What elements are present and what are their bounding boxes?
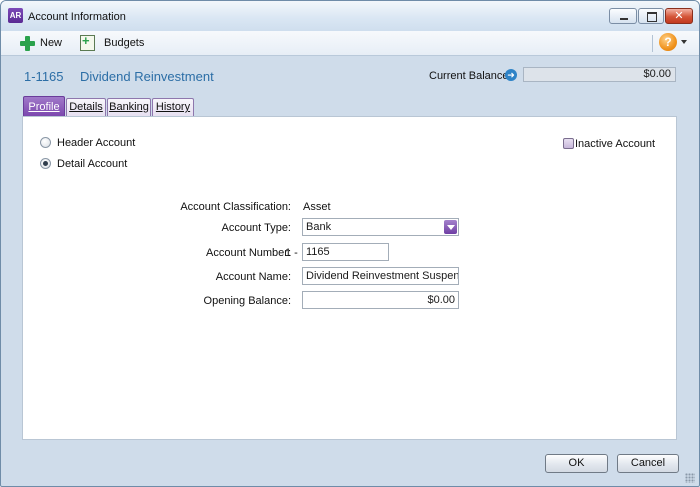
help-dropdown-caret-icon[interactable] bbox=[681, 40, 687, 44]
detail-account-radio[interactable] bbox=[40, 158, 51, 169]
minimize-button[interactable] bbox=[609, 8, 637, 24]
account-title: Dividend Reinvestment bbox=[80, 69, 214, 84]
opening-balance-field[interactable]: $0.00 bbox=[302, 291, 459, 309]
header-account-label: Header Account bbox=[57, 137, 136, 149]
account-number-field[interactable]: 1165 bbox=[302, 243, 389, 261]
profile-panel: Header Account Detail Account Inactive A… bbox=[22, 116, 677, 440]
account-type-value: Bank bbox=[306, 221, 332, 233]
budgets-button-label: Budgets bbox=[104, 37, 145, 49]
account-classification-value: Asset bbox=[303, 201, 331, 213]
tab-profile[interactable]: Profile bbox=[23, 96, 65, 117]
header-account-radio[interactable] bbox=[40, 137, 51, 148]
inactive-account-label: Inactive Account bbox=[575, 138, 656, 150]
toolbar-divider bbox=[652, 35, 653, 52]
minimize-icon bbox=[620, 18, 628, 20]
detail-account-label: Detail Account bbox=[57, 158, 128, 170]
new-button[interactable]: New bbox=[19, 33, 62, 53]
account-information-window: AR Account Information ✕ New Budgets ? 1… bbox=[0, 0, 700, 487]
budget-icon bbox=[80, 33, 95, 51]
account-name-label: Account Name: bbox=[215, 271, 291, 283]
close-button[interactable]: ✕ bbox=[665, 8, 693, 24]
window-title: Account Information bbox=[28, 11, 126, 23]
new-button-label: New bbox=[40, 37, 63, 49]
current-balance-label: Current Balance: bbox=[429, 70, 512, 82]
account-number-prefix: 1 - bbox=[285, 247, 298, 259]
inactive-account-checkbox[interactable] bbox=[563, 138, 574, 149]
account-classification-label: Account Classification: bbox=[180, 201, 291, 213]
budgets-button[interactable]: Budgets bbox=[80, 33, 144, 53]
chevron-down-icon[interactable] bbox=[444, 220, 457, 234]
account-type-label: Account Type: bbox=[221, 222, 291, 234]
plus-icon bbox=[19, 35, 35, 51]
account-number-label: Account Number: bbox=[206, 247, 291, 259]
opening-balance-label: Opening Balance: bbox=[203, 295, 291, 307]
account-id: 1-1165 bbox=[24, 69, 64, 84]
maximize-icon bbox=[647, 12, 657, 22]
tab-banking[interactable]: Banking bbox=[107, 98, 151, 116]
app-logo-icon: AR bbox=[8, 8, 23, 23]
close-icon: ✕ bbox=[674, 10, 684, 22]
tab-details[interactable]: Details bbox=[66, 98, 106, 116]
resize-grip-icon[interactable] bbox=[685, 473, 695, 483]
toolbar: New Budgets ? bbox=[1, 31, 699, 56]
tab-history[interactable]: History bbox=[152, 98, 194, 116]
account-name-field[interactable]: Dividend Reinvestment Suspense bbox=[302, 267, 459, 285]
help-icon[interactable]: ? bbox=[659, 33, 677, 51]
title-bar[interactable]: AR Account Information ✕ bbox=[1, 1, 699, 31]
ok-button[interactable]: OK bbox=[545, 454, 608, 473]
current-balance-field: $0.00 bbox=[523, 67, 676, 82]
cancel-button[interactable]: Cancel bbox=[617, 454, 679, 473]
maximize-button[interactable] bbox=[638, 8, 664, 24]
zoom-arrow-icon[interactable]: ➜ bbox=[505, 69, 517, 81]
account-header: 1-1165 Dividend Reinvestment Current Bal… bbox=[1, 56, 699, 96]
account-type-select[interactable]: Bank bbox=[302, 218, 459, 236]
